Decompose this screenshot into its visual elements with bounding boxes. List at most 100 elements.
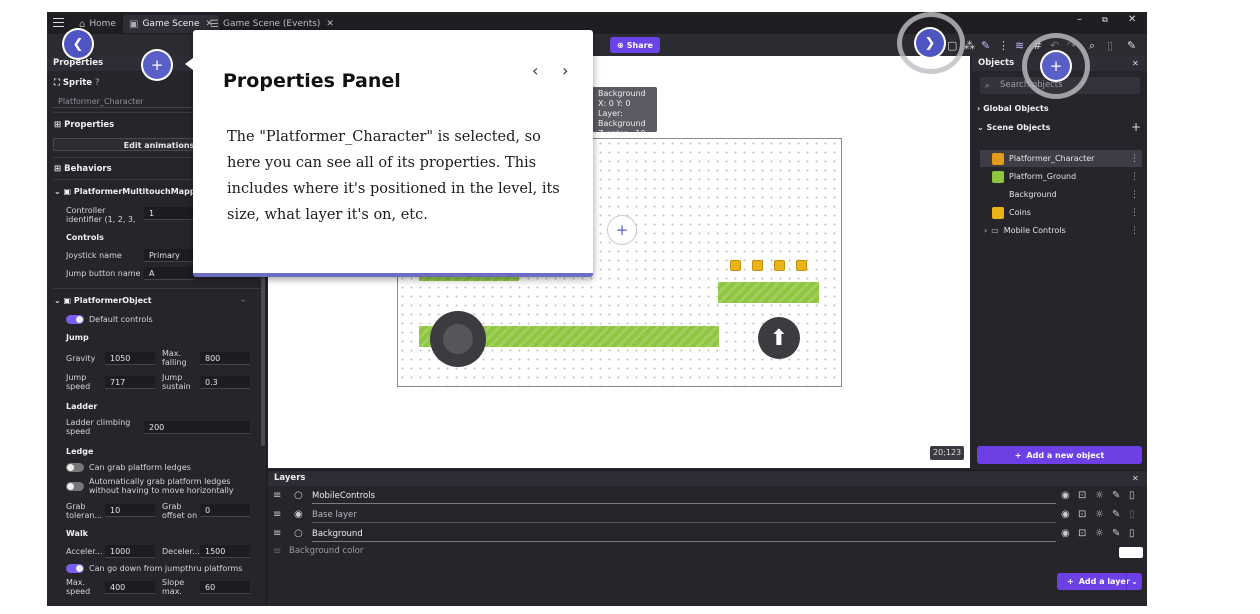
previous-icon[interactable]: ‹ [532,61,538,80]
jump-button-arrow-icon[interactable]: ⬆ [758,317,800,359]
close-icon[interactable]: ✕ [1132,474,1139,483]
instances-list-icon[interactable]: ⋮ [998,39,1009,52]
platform-ground[interactable] [718,282,819,303]
ladder-field[interactable]: 200 [144,421,250,434]
menu-icon[interactable] [53,18,64,27]
visibility-icon[interactable]: ◉ [1061,490,1070,501]
drag-handle-icon[interactable]: ≡ [273,528,281,539]
more-icon[interactable]: ⋮ [1130,190,1139,200]
jump-button-field[interactable]: A [144,267,194,280]
more-icon[interactable]: ⋮ [1130,208,1139,218]
multitouch-behavior-header[interactable]: ⌄ ▣ PlatformerMultitouchMapper [54,187,205,196]
back-arrow-icon[interactable]: ❮ [64,30,92,58]
object-item[interactable]: Platformer_Character ⋮ [980,150,1142,167]
layer-row[interactable]: ≡ ○ MobileControls ◉ ⊡ ☼ ✎ ▯ [268,488,1147,506]
minimize-icon[interactable]: – [1077,14,1082,25]
layer-name[interactable]: Base layer [312,507,1056,523]
radio-icon[interactable]: ○ [294,528,303,539]
properties-heading: Properties [64,120,115,130]
lock-icon[interactable]: ⊡ [1078,509,1086,520]
max-falling-field[interactable]: 800 [200,352,250,365]
close-icon[interactable]: ✕ [1132,59,1139,68]
hotspot-plus-icon[interactable]: + [1042,52,1070,80]
coin[interactable] [774,260,785,271]
scene-objects-heading[interactable]: ⌄ Scene Objects [977,123,1050,132]
effects-icon[interactable]: ☼ [1095,528,1104,539]
scene-properties-icon[interactable]: ✎ [1127,39,1136,52]
object-item[interactable]: Coins ⋮ [980,204,1142,221]
slope-field[interactable]: 60 [200,581,250,594]
jump-sustain-field[interactable]: 0.3 [200,376,250,389]
delete-icon[interactable]: ▯ [1129,528,1135,539]
radio-selected-icon[interactable]: ◉ [294,509,303,520]
joystick[interactable] [430,311,486,367]
maximize-icon[interactable]: ⧉ [1102,15,1108,25]
lock-icon[interactable]: ⊡ [1078,528,1086,539]
radio-icon[interactable]: ○ [294,490,303,501]
collapse-icon[interactable]: – [241,296,245,305]
visibility-icon[interactable]: ◉ [1061,509,1070,520]
lock-icon[interactable]: ⊡ [1078,490,1086,501]
edit-icon[interactable]: ✎ [1112,490,1120,501]
layer-name[interactable]: MobileControls [312,488,1056,504]
grab-tolerance-field[interactable]: 10 [105,504,155,517]
more-icon[interactable]: ⋮ [1130,172,1139,182]
edit-icon[interactable]: ✎ [1112,528,1120,539]
object-item[interactable]: Platform_Ground ⋮ [980,168,1142,185]
edit-icon[interactable]: ✎ [1112,509,1120,520]
acceleration-field[interactable]: 1000 [105,545,155,558]
drag-handle-icon[interactable]: ≡ [273,509,281,520]
effects-icon[interactable]: ☼ [1095,509,1104,520]
close-window-icon[interactable]: ✕ [1128,14,1136,25]
add-object-label: Add a new object [1026,450,1105,460]
auto-grab-toggle[interactable] [66,482,84,491]
folder-icon: ▭ [991,226,999,235]
zoom-icon[interactable]: ⌕ [1089,39,1095,53]
delete-icon[interactable]: ▯ [1129,509,1135,520]
forward-arrow-icon[interactable]: ❯ [916,29,944,57]
folder-item[interactable]: › ▭ Mobile Controls ⋮ [980,222,1142,239]
grab-offset-field[interactable]: 0 [200,504,250,517]
effects-icon[interactable]: ☼ [1095,490,1104,501]
joystick-field[interactable]: Primary [144,249,194,262]
next-icon[interactable]: › [562,61,568,80]
object-item[interactable]: Background ⋮ [980,186,1142,203]
share-button[interactable]: ⊕ Share [610,37,660,53]
global-objects-heading[interactable]: › Global Objects [977,104,1049,113]
coin[interactable] [752,260,763,271]
platformer-behavior-header[interactable]: ⌄ ▣ PlatformerObject [54,296,152,305]
jumpthru-toggle[interactable] [66,564,84,573]
jump-speed-field[interactable]: 717 [105,376,155,389]
edit-icon[interactable]: ✎ [981,39,990,52]
layer-row[interactable]: ≡ ◉ Base layer ◉ ⊡ ☼ ✎ ▯ [268,507,1147,525]
layers-icon[interactable]: ≋ [1015,39,1024,52]
add-layer-button[interactable]: + Add a layer ⌄ [1057,573,1142,590]
more-icon[interactable]: ⋮ [1130,226,1139,236]
add-icon[interactable]: + [1131,120,1141,134]
hotspot-plus-icon[interactable]: + [143,51,171,79]
deceleration-field[interactable]: 1500 [200,545,250,558]
background-color-swatch[interactable] [1119,547,1143,558]
drag-handle-icon[interactable]: ≡ [273,490,281,501]
layers-panel-title: Layers [268,471,1147,486]
chevron-down-icon[interactable]: ⌄ [1126,573,1142,590]
max-speed-field[interactable]: 400 [105,581,155,594]
add-new-object-button[interactable]: + Add a new object [977,446,1142,464]
delete-icon[interactable]: ▯ [1129,490,1135,501]
groups-icon[interactable]: ⁂ [964,39,975,52]
controller-field[interactable]: 1 [144,207,194,220]
layer-row[interactable]: ≡ ○ Background ◉ ⊡ ☼ ✎ ▯ [268,526,1147,544]
hotspot-plus-icon[interactable]: + [608,216,636,244]
coin[interactable] [796,260,807,271]
layer-name[interactable]: Background [312,526,1056,542]
grab-ledges-toggle[interactable] [66,463,84,472]
object-name-field[interactable]: Platformer_Character [53,95,203,108]
gravity-field[interactable]: 1050 [105,352,155,365]
more-icon[interactable]: ⋮ [1130,154,1139,164]
delete-icon[interactable]: ▯ [1107,39,1113,52]
close-icon[interactable]: ✕ [326,19,334,29]
coin[interactable] [730,260,741,271]
help-icon[interactable]: ? [95,78,100,88]
visibility-icon[interactable]: ◉ [1061,528,1070,539]
default-controls-toggle[interactable] [66,315,84,324]
